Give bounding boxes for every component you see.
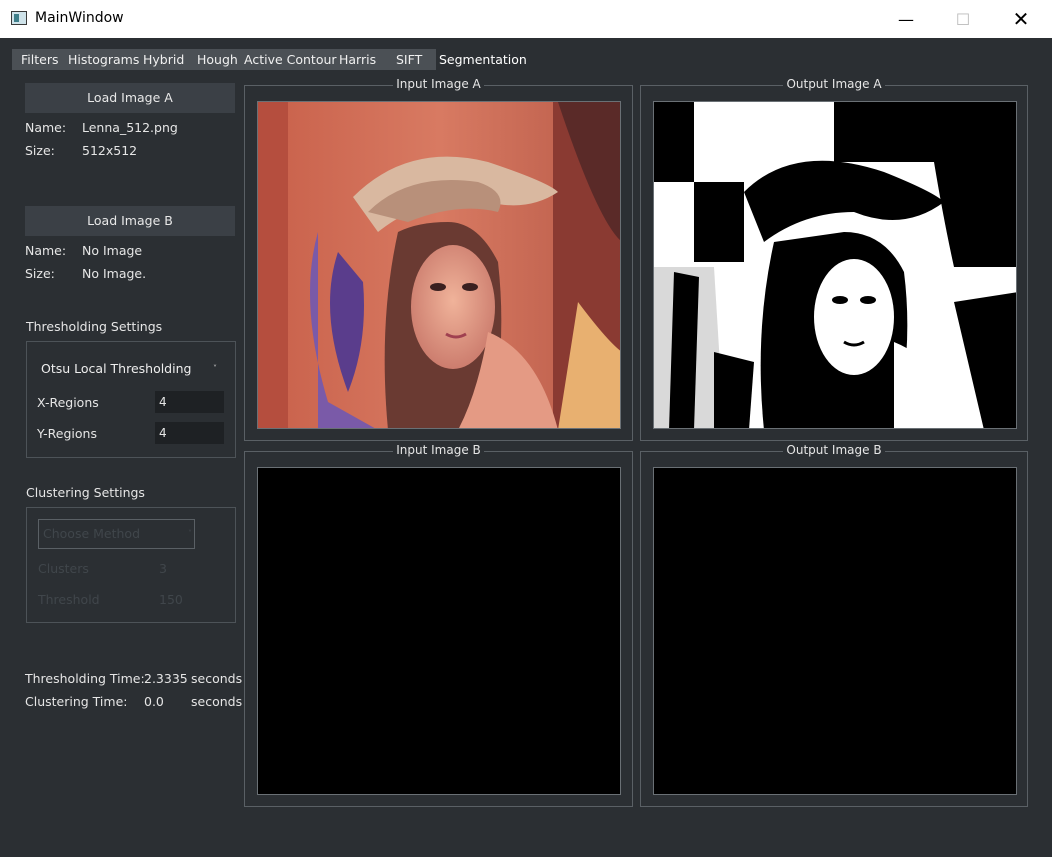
thresholding-time-value: 2.3335 xyxy=(144,671,188,686)
image-a-name-label: Name: xyxy=(25,120,67,135)
lenna-thresholded-image xyxy=(654,102,1016,428)
clusters-label: Clusters xyxy=(38,561,89,576)
maximize-button[interactable]: ☐ xyxy=(934,0,992,38)
clustering-time-unit: seconds xyxy=(191,694,243,709)
x-regions-label: X-Regions xyxy=(37,395,99,410)
input-image-a-caption: Input Image A xyxy=(393,77,484,91)
thresholding-method-value: Otsu Local Thresholding xyxy=(41,361,192,376)
clustering-method-select[interactable]: Choose Method ˅ xyxy=(38,519,195,549)
tab-segmentation[interactable]: Segmentation xyxy=(439,50,527,69)
thresholding-settings-title: Thresholding Settings xyxy=(26,319,163,334)
clustering-settings-group: Choose Method ˅ Clusters 3 Threshold 150 xyxy=(26,507,236,623)
input-image-b-caption: Input Image B xyxy=(393,443,484,457)
image-b-size-value: No Image. xyxy=(82,266,147,281)
image-b-name-value: No Image xyxy=(82,243,143,258)
tab-hybrid[interactable]: Hybrid xyxy=(143,50,184,69)
tab-harris[interactable]: Harris xyxy=(339,50,376,69)
thresholding-time-label: Thresholding Time: xyxy=(25,671,145,686)
image-a-size-value: 512x512 xyxy=(82,143,138,158)
threshold-input[interactable]: 150 xyxy=(159,592,183,607)
y-regions-input[interactable]: 4 xyxy=(155,422,224,444)
clusters-input[interactable]: 3 xyxy=(159,561,167,576)
image-a-name-value: Lenna_512.png xyxy=(82,120,178,135)
chevron-down-icon: ˅ xyxy=(213,364,217,373)
title-bar: MainWindow — ☐ ✕ xyxy=(0,0,1052,38)
clustering-settings-title: Clustering Settings xyxy=(26,485,145,500)
window-title: MainWindow xyxy=(35,10,124,26)
load-image-a-button[interactable]: Load Image A xyxy=(25,83,235,113)
tab-filters[interactable]: Filters xyxy=(21,50,58,69)
output-image-b-view xyxy=(653,467,1017,795)
output-image-a-frame: Output Image A xyxy=(640,77,1028,441)
output-image-b-caption: Output Image B xyxy=(783,443,885,457)
y-regions-label: Y-Regions xyxy=(37,426,97,441)
x-regions-input[interactable]: 4 xyxy=(155,391,224,413)
clustering-time-value: 0.0 xyxy=(144,694,164,709)
app-icon xyxy=(11,11,27,25)
image-b-size-label: Size: xyxy=(25,266,55,281)
tab-active-contour[interactable]: Active Contour xyxy=(244,50,337,69)
image-a-size-label: Size: xyxy=(25,143,55,158)
minimize-button[interactable]: — xyxy=(877,0,935,38)
close-button[interactable]: ✕ xyxy=(992,0,1050,38)
thresholding-time-unit: seconds xyxy=(191,671,243,686)
tab-hough[interactable]: Hough xyxy=(197,50,238,69)
output-image-b-frame: Output Image B xyxy=(640,443,1028,807)
output-image-a-caption: Output Image A xyxy=(783,77,885,91)
clustering-time-label: Clustering Time: xyxy=(25,694,128,709)
clustering-method-placeholder: Choose Method xyxy=(43,526,141,541)
threshold-label: Threshold xyxy=(38,592,100,607)
image-b-name-label: Name: xyxy=(25,243,67,258)
input-image-a-view xyxy=(257,101,621,429)
lenna-color-image xyxy=(258,102,620,428)
input-image-a-frame: Input Image A xyxy=(244,77,633,441)
input-image-b-view xyxy=(257,467,621,795)
load-image-b-button[interactable]: Load Image B xyxy=(25,206,235,236)
input-image-b-frame: Input Image B xyxy=(244,443,633,807)
chevron-down-icon: ˅ xyxy=(188,529,192,538)
tab-histograms[interactable]: Histograms xyxy=(68,50,139,69)
thresholding-method-select[interactable]: Otsu Local Thresholding ˅ xyxy=(41,354,217,384)
thresholding-settings-group: Otsu Local Thresholding ˅ X-Regions 4 Y-… xyxy=(26,341,236,458)
output-image-a-view xyxy=(653,101,1017,429)
tab-sift[interactable]: SIFT xyxy=(396,50,422,69)
